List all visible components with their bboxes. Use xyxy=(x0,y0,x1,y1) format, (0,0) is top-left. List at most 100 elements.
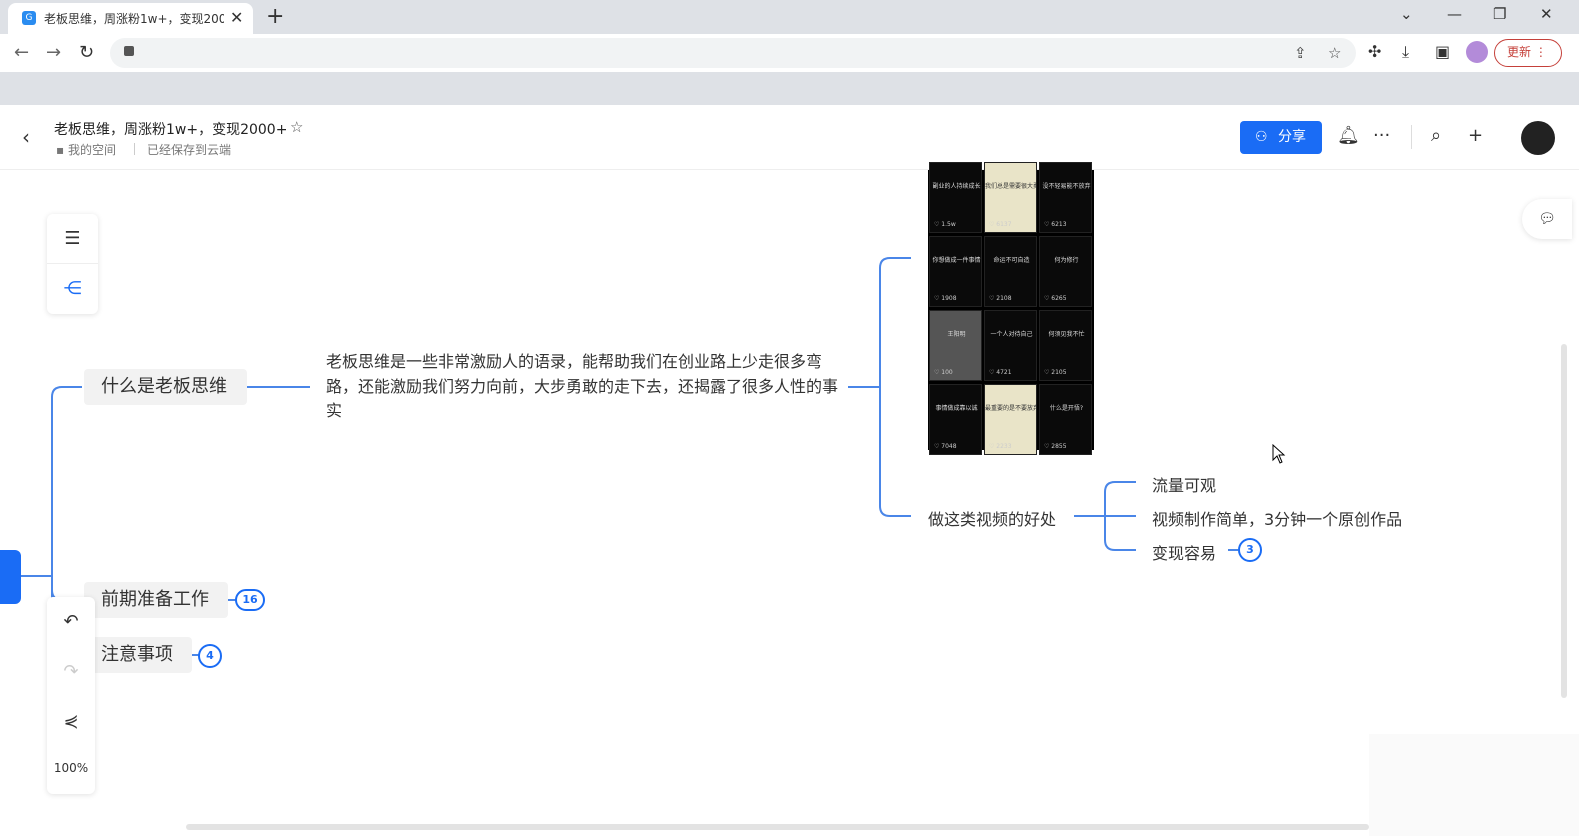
extensions-icon[interactable]: ✣ xyxy=(1368,42,1381,61)
page-title: 老板思维，周涨粉1w+，变现2000+ xyxy=(54,122,288,138)
video-thumbnail[interactable]: 我们总是需要很大勇气 ♡ 6137 xyxy=(984,162,1037,233)
redo-icon[interactable]: ↷ xyxy=(47,661,95,682)
mindmap-structure-icon[interactable]: ⋲ xyxy=(47,264,98,314)
video-thumbnail[interactable]: 王阳明 ♡ 100 xyxy=(929,310,982,381)
node-what-is-boss-thinking[interactable]: 什么是老板思维 xyxy=(84,369,247,405)
thumbnail-like-count: ♡ 1.5w xyxy=(934,221,956,228)
node-benefit-monetize[interactable]: 变现容易 xyxy=(1152,540,1216,564)
video-thumbnail[interactable]: 你想做成一件事情 ♡ 1908 xyxy=(929,236,982,307)
thumbnail-caption: 一个人对待自己 xyxy=(990,331,1033,338)
undo-icon[interactable]: ↶ xyxy=(47,611,95,632)
minimap-panel xyxy=(1369,734,1579,836)
window-close-button[interactable]: ✕ xyxy=(1540,5,1553,23)
node-notes[interactable]: 注意事项 xyxy=(84,637,192,673)
avatar[interactable] xyxy=(1521,121,1555,155)
divider xyxy=(134,143,135,155)
back-arrow-icon[interactable]: ← xyxy=(14,42,29,63)
history-zoom-toolbar: ↶ ↷ ⋞ 100% xyxy=(47,597,95,794)
collapse-icon[interactable]: ⋞ xyxy=(47,711,95,732)
thumbnail-caption: 何须见我不忙 xyxy=(1048,331,1085,338)
browser-toolbar: ← → ↻ ⇪ ☆ ✣ ⤓ ▣ 更新 ⋮ xyxy=(0,34,1579,72)
download-icon[interactable]: ⤓ xyxy=(1402,42,1409,62)
reload-icon[interactable]: ↻ xyxy=(79,42,94,63)
profile-avatar[interactable] xyxy=(1466,41,1488,63)
node-benefit-easy-making[interactable]: 视频制作简单，3分钟一个原创作品 xyxy=(1152,506,1402,530)
browser-tab[interactable]: G 老板思维，周涨粉1w+，变现2000+ ✕ xyxy=(8,3,253,34)
collapsed-count-badge[interactable]: 3 xyxy=(1238,538,1262,562)
node-benefits[interactable]: 做这类视频的好处 xyxy=(928,506,1056,530)
thumbnail-like-count: ♡ 2233 xyxy=(989,443,1012,450)
video-thumbnail[interactable]: 何须见我不忙 ♡ 2105 xyxy=(1039,310,1092,381)
collapsed-count-badge[interactable]: 4 xyxy=(198,644,222,668)
minimize-button[interactable]: — xyxy=(1447,5,1462,23)
tab-title: 老板思维，周涨粉1w+，变现2000+ xyxy=(44,12,224,26)
thumbnail-like-count: ♡ 100 xyxy=(934,369,953,376)
close-icon[interactable]: ✕ xyxy=(230,8,243,27)
thumbnail-like-count: ♡ 2108 xyxy=(989,295,1012,302)
lock-icon xyxy=(124,46,134,56)
horizontal-scrollbar[interactable] xyxy=(186,824,1369,830)
thumbnail-caption: 我们总是需要很大勇气 xyxy=(985,183,1036,190)
collapsed-count-badge[interactable]: 16 xyxy=(235,589,265,611)
thumbnail-like-count: ♡ 7048 xyxy=(934,443,957,450)
bookmark-bar xyxy=(0,72,1579,105)
video-thumbnail[interactable]: 什么是开悟? ♡ 2855 xyxy=(1039,384,1092,455)
video-thumbnail[interactable]: 事情做成靠以诚 ♡ 7048 xyxy=(929,384,982,455)
breadcrumb-label: 我的空间 xyxy=(67,143,116,157)
restore-button[interactable]: ❐ xyxy=(1493,5,1506,23)
vertical-scrollbar[interactable] xyxy=(1561,344,1567,698)
update-button[interactable]: 更新 ⋮ xyxy=(1494,39,1562,67)
video-thumbnail[interactable]: 命运不可自造 ♡ 2108 xyxy=(984,236,1037,307)
node-preparation[interactable]: 前期准备工作 xyxy=(84,582,228,618)
video-thumbnail[interactable]: 没不轻易能不放弃 ♡ 6213 xyxy=(1039,162,1092,233)
add-icon[interactable]: + xyxy=(1468,125,1483,146)
more-icon[interactable]: ··· xyxy=(1373,125,1390,146)
thumbnail-caption: 什么是开悟? xyxy=(1049,405,1084,412)
thumbnail-caption: 你想做成一件事情 xyxy=(932,257,981,264)
thumbnail-like-count: ♡ 6137 xyxy=(989,221,1012,228)
comment-icon[interactable]: 💬︎ xyxy=(1522,199,1572,239)
share-label: 分享 xyxy=(1278,129,1306,145)
connector-lines xyxy=(21,257,1238,656)
thumbnail-like-count: ♡ 6213 xyxy=(1044,221,1067,228)
search-icon[interactable]: ⌕ xyxy=(1431,125,1441,146)
thumbnail-like-count: ♡ 4721 xyxy=(989,369,1012,376)
zoom-level[interactable]: 100% xyxy=(47,761,95,775)
video-thumbnail[interactable]: 一个人对待自己 ♡ 4721 xyxy=(984,310,1037,381)
root-node[interactable] xyxy=(0,550,21,604)
video-thumbnail[interactable]: 何为修行 ♡ 6265 xyxy=(1039,236,1092,307)
video-thumbnail[interactable]: 最重要的是不要放弃 ♡ 2233 xyxy=(984,384,1037,455)
tab-strip: G 老板思维，周涨粉1w+，变现2000+ ✕ + ⌄ — ❐ ✕ xyxy=(0,0,1579,34)
node-benefit-traffic[interactable]: 流量可观 xyxy=(1152,472,1216,496)
breadcrumb[interactable]: ▪ 我的空间 xyxy=(56,141,116,158)
thumbnail-caption: 王阳明 xyxy=(947,331,966,338)
divider xyxy=(1411,125,1412,149)
mindmap-canvas[interactable]: ☰ ⋲ 什么是老板思维 老板思维是一些非常激励人的语录，能帮助我们在创业路上少走… xyxy=(0,162,1579,836)
new-tab-button[interactable]: + xyxy=(266,4,284,29)
mouse-cursor-icon xyxy=(1272,444,1286,464)
favorite-star-icon[interactable]: ☆ xyxy=(290,118,303,136)
update-label: 更新 xyxy=(1507,45,1532,59)
forward-arrow-icon[interactable]: → xyxy=(46,42,61,63)
share-page-icon[interactable]: ⇪ xyxy=(1294,44,1307,62)
share-button[interactable]: ⚇ 分享 xyxy=(1240,121,1322,154)
video-thumbnail[interactable]: 副业的人持续成长 ♡ 1.5w xyxy=(929,162,982,233)
thumbnail-caption: 没不轻易能不放弃 xyxy=(1042,183,1091,190)
bookmark-star-icon[interactable]: ☆ xyxy=(1328,44,1341,62)
node-description[interactable]: 老板思维是一些非常激励人的语录，能帮助我们在创业路上少走很多弯路，还能激励我们努… xyxy=(326,350,841,424)
app-header: ‹ 老板思维，周涨粉1w+，变现2000+ ☆ ▪ 我的空间 已经保存到云端 ⚇… xyxy=(0,105,1579,170)
outline-list-icon[interactable]: ☰ xyxy=(47,214,98,264)
back-chevron-icon[interactable]: ‹ xyxy=(22,125,30,149)
sidepanel-icon[interactable]: ▣ xyxy=(1435,42,1450,61)
thumbnail-caption: 事情做成靠以诚 xyxy=(935,405,978,412)
thumbnail-like-count: ♡ 6265 xyxy=(1044,295,1067,302)
outline-toolbar: ☰ ⋲ xyxy=(47,214,98,314)
favicon-icon: G xyxy=(22,11,36,25)
video-thumbnail-grid[interactable]: 副业的人持续成长 ♡ 1.5w 我们总是需要很大勇气 ♡ 6137 没不轻易能不放弃 ♡ … xyxy=(928,162,1094,455)
thumbnail-caption: 何为修行 xyxy=(1054,257,1079,264)
thumbnail-like-count: ♡ 2855 xyxy=(1044,443,1067,450)
bell-icon[interactable]: 🔔︎ xyxy=(1337,125,1360,146)
thumbnail-caption: 最重要的是不要放弃 xyxy=(985,405,1037,412)
address-bar[interactable]: ⇪ ☆ xyxy=(110,38,1356,68)
chevron-down-icon[interactable]: ⌄ xyxy=(1400,5,1413,23)
